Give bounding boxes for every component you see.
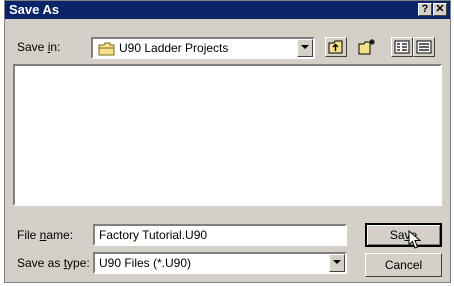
file-name-label: File name: xyxy=(17,228,74,242)
window-title: Save As xyxy=(9,2,60,17)
cancel-button[interactable]: Cancel xyxy=(365,253,442,277)
file-name-input[interactable]: Factory Tutorial.U90 xyxy=(93,224,347,246)
up-folder-icon xyxy=(328,40,343,54)
details-view-button[interactable] xyxy=(413,37,435,57)
create-new-folder-button[interactable] xyxy=(356,37,378,57)
title-bar[interactable]: Save As ? ✕ xyxy=(5,1,450,19)
file-list[interactable] xyxy=(13,64,442,206)
file-name-value: Factory Tutorial.U90 xyxy=(99,228,208,242)
help-icon: ? xyxy=(421,3,429,15)
save-as-type-combo[interactable]: U90 Files (*.U90) xyxy=(93,252,347,274)
list-view-button[interactable] xyxy=(391,37,413,57)
save-as-type-dropdown-button[interactable] xyxy=(329,254,345,272)
save-button[interactable]: Save xyxy=(365,223,442,247)
new-folder-icon xyxy=(358,39,375,55)
save-as-type-label: Save as type: xyxy=(17,256,90,270)
save-in-value: U90 Ladder Projects xyxy=(119,41,229,55)
chevron-down-icon xyxy=(301,45,309,49)
close-button[interactable]: ✕ xyxy=(433,3,447,16)
save-as-dialog: Save As ? ✕ Save in: U90 Ladder Projects xyxy=(4,0,451,283)
folder-icon xyxy=(98,42,116,59)
details-view-icon xyxy=(416,40,432,54)
mouse-cursor-icon xyxy=(408,230,422,249)
save-as-type-value: U90 Files (*.U90) xyxy=(99,256,192,270)
chevron-down-icon xyxy=(333,260,341,264)
list-view-icon xyxy=(394,40,410,54)
up-one-level-button[interactable] xyxy=(325,37,347,57)
save-in-dropdown-button[interactable] xyxy=(297,39,313,57)
help-button[interactable]: ? xyxy=(418,3,432,16)
close-icon: ✕ xyxy=(435,3,445,15)
save-in-combo[interactable]: U90 Ladder Projects xyxy=(91,37,315,59)
save-in-label: Save in: xyxy=(17,40,61,54)
